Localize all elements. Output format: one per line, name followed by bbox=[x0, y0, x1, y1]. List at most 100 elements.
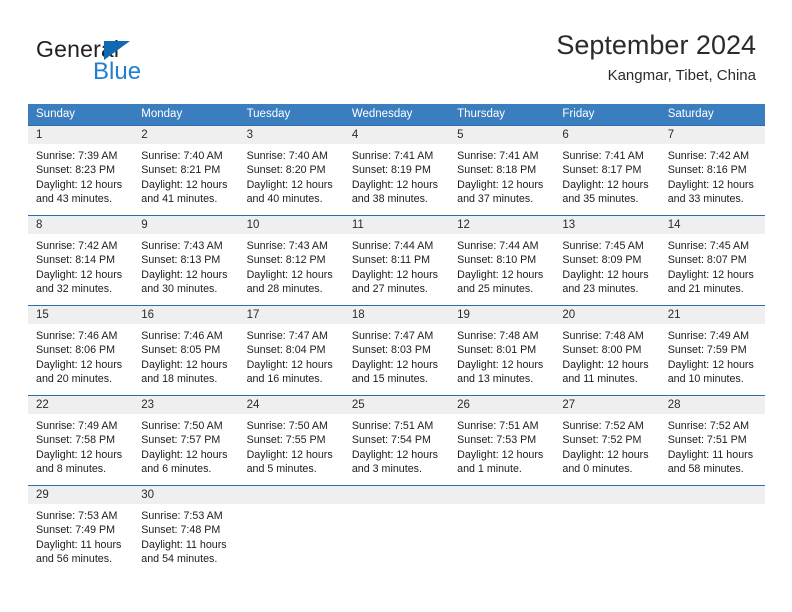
weekday-header-monday: Monday bbox=[141, 108, 183, 120]
day-cell[interactable]: 14 Sunrise: 7:45 AM Sunset: 8:07 PM Dayl… bbox=[659, 216, 765, 305]
page-header: General Blue September 2024 Kangmar, Tib… bbox=[0, 0, 792, 100]
sunset-text: Sunset: 8:11 PM bbox=[351, 254, 431, 267]
day-details: Sunrise: 7:46 AM Sunset: 8:06 PM Dayligh… bbox=[28, 324, 133, 387]
day-cell[interactable]: 24 Sunrise: 7:50 AM Sunset: 7:55 PM Dayl… bbox=[238, 396, 344, 485]
day-cell[interactable]: 12 Sunrise: 7:44 AM Sunset: 8:10 PM Dayl… bbox=[449, 216, 555, 305]
day-cell[interactable]: 18 Sunrise: 7:47 AM Sunset: 8:03 PM Dayl… bbox=[343, 306, 450, 395]
day-details: Sunrise: 7:45 AM Sunset: 8:09 PM Dayligh… bbox=[554, 234, 659, 297]
sunset-text: Sunset: 8:04 PM bbox=[246, 344, 326, 357]
sunset-text: Sunset: 7:54 PM bbox=[351, 434, 431, 447]
day-cell[interactable]: 10 Sunrise: 7:43 AM Sunset: 8:12 PM Dayl… bbox=[238, 216, 344, 305]
sunrise-text: Sunrise: 7:51 AM bbox=[351, 420, 434, 432]
day-number: 3 bbox=[238, 126, 344, 144]
day-cell[interactable]: 7 Sunrise: 7:42 AM Sunset: 8:16 PM Dayli… bbox=[659, 126, 765, 215]
day-details: Sunrise: 7:44 AM Sunset: 8:11 PM Dayligh… bbox=[344, 234, 449, 297]
calendar-week-row: 1 Sunrise: 7:39 AM Sunset: 8:23 PM Dayli… bbox=[28, 125, 765, 215]
day-cell[interactable]: 13 Sunrise: 7:45 AM Sunset: 8:09 PM Dayl… bbox=[554, 216, 660, 305]
day-cell[interactable]: 1 Sunrise: 7:39 AM Sunset: 8:23 PM Dayli… bbox=[28, 126, 134, 215]
daylight-text-line2: and 3 minutes. bbox=[351, 463, 422, 476]
sunrise-text: Sunrise: 7:48 AM bbox=[457, 330, 539, 342]
weekday-header-sunday: Sunday bbox=[36, 108, 76, 120]
day-number: 8 bbox=[28, 216, 134, 234]
day-cell[interactable]: 2 Sunrise: 7:40 AM Sunset: 8:21 PM Dayli… bbox=[133, 126, 239, 215]
day-cell[interactable]: 30 Sunrise: 7:53 AM Sunset: 7:48 PM Dayl… bbox=[133, 486, 239, 575]
general-blue-logo[interactable]: General Blue bbox=[36, 36, 246, 88]
day-cell[interactable]: 29 Sunrise: 7:53 AM Sunset: 7:49 PM Dayl… bbox=[28, 486, 134, 575]
daylight-text-line2: and 38 minutes. bbox=[351, 193, 428, 206]
daylight-text-line2: and 15 minutes. bbox=[351, 373, 428, 386]
day-cell[interactable]: 3 Sunrise: 7:40 AM Sunset: 8:20 PM Dayli… bbox=[238, 126, 344, 215]
sunset-text: Sunset: 8:12 PM bbox=[246, 254, 326, 267]
day-number: 21 bbox=[659, 306, 765, 324]
sunset-text: Sunset: 7:52 PM bbox=[562, 434, 642, 447]
day-number: 25 bbox=[343, 396, 450, 414]
sunrise-text: Sunrise: 7:43 AM bbox=[141, 240, 223, 252]
sunrise-text: Sunrise: 7:41 AM bbox=[457, 150, 539, 162]
day-cell[interactable]: 17 Sunrise: 7:47 AM Sunset: 8:04 PM Dayl… bbox=[238, 306, 344, 395]
calendar-page: General Blue September 2024 Kangmar, Tib… bbox=[0, 0, 792, 612]
day-number: 17 bbox=[238, 306, 344, 324]
day-number: 1 bbox=[28, 126, 134, 144]
day-cell[interactable]: 5 Sunrise: 7:41 AM Sunset: 8:18 PM Dayli… bbox=[449, 126, 555, 215]
day-cell[interactable]: 19 Sunrise: 7:48 AM Sunset: 8:01 PM Dayl… bbox=[449, 306, 555, 395]
day-cell[interactable]: 21 Sunrise: 7:49 AM Sunset: 7:59 PM Dayl… bbox=[659, 306, 765, 395]
day-cell[interactable]: 11 Sunrise: 7:44 AM Sunset: 8:11 PM Dayl… bbox=[343, 216, 450, 305]
day-number: 4 bbox=[343, 126, 450, 144]
daylight-text-line1: Daylight: 12 hours bbox=[246, 448, 333, 461]
sunset-text: Sunset: 8:18 PM bbox=[457, 164, 537, 177]
daylight-text-line2: and 1 minute. bbox=[457, 463, 522, 476]
day-cell[interactable]: 28 Sunrise: 7:52 AM Sunset: 7:51 PM Dayl… bbox=[659, 396, 765, 485]
day-number: 12 bbox=[449, 216, 555, 234]
day-details: Sunrise: 7:40 AM Sunset: 8:21 PM Dayligh… bbox=[133, 144, 238, 207]
sunrise-text: Sunrise: 7:45 AM bbox=[562, 240, 644, 252]
day-cell[interactable]: 23 Sunrise: 7:50 AM Sunset: 7:57 PM Dayl… bbox=[133, 396, 239, 485]
sunset-text: Sunset: 8:14 PM bbox=[36, 254, 116, 267]
day-cell-empty bbox=[659, 486, 765, 575]
sunrise-text: Sunrise: 7:53 AM bbox=[36, 510, 118, 522]
daylight-text-line2: and 20 minutes. bbox=[36, 373, 113, 386]
day-details: Sunrise: 7:50 AM Sunset: 7:55 PM Dayligh… bbox=[239, 414, 344, 477]
day-cell[interactable]: 25 Sunrise: 7:51 AM Sunset: 7:54 PM Dayl… bbox=[343, 396, 450, 485]
day-number: 11 bbox=[343, 216, 450, 234]
day-cell[interactable]: 9 Sunrise: 7:43 AM Sunset: 8:13 PM Dayli… bbox=[133, 216, 239, 305]
day-cell[interactable]: 22 Sunrise: 7:49 AM Sunset: 7:58 PM Dayl… bbox=[28, 396, 134, 485]
day-cell[interactable]: 15 Sunrise: 7:46 AM Sunset: 8:06 PM Dayl… bbox=[28, 306, 134, 395]
daylight-text-line1: Daylight: 12 hours bbox=[246, 268, 333, 281]
day-details: Sunrise: 7:50 AM Sunset: 7:57 PM Dayligh… bbox=[133, 414, 238, 477]
calendar-week-row: 22 Sunrise: 7:49 AM Sunset: 7:58 PM Dayl… bbox=[28, 395, 765, 485]
calendar-week-row: 15 Sunrise: 7:46 AM Sunset: 8:06 PM Dayl… bbox=[28, 305, 765, 395]
day-number: 28 bbox=[659, 396, 765, 414]
day-number: 7 bbox=[659, 126, 765, 144]
sunrise-text: Sunrise: 7:45 AM bbox=[667, 240, 750, 252]
day-cell[interactable]: 6 Sunrise: 7:41 AM Sunset: 8:17 PM Dayli… bbox=[554, 126, 660, 215]
daylight-text-line2: and 23 minutes. bbox=[562, 283, 639, 296]
day-number: 9 bbox=[133, 216, 239, 234]
sunset-text: Sunset: 8:10 PM bbox=[457, 254, 537, 267]
title-block: September 2024 Kangmar, Tibet, China bbox=[556, 28, 756, 87]
day-cell[interactable]: 4 Sunrise: 7:41 AM Sunset: 8:19 PM Dayli… bbox=[343, 126, 450, 215]
day-number: 20 bbox=[554, 306, 660, 324]
day-details: Sunrise: 7:41 AM Sunset: 8:18 PM Dayligh… bbox=[449, 144, 554, 207]
daylight-text-line2: and 43 minutes. bbox=[36, 193, 113, 206]
sunset-text: Sunset: 7:59 PM bbox=[667, 344, 747, 357]
sunrise-text: Sunrise: 7:42 AM bbox=[667, 150, 750, 162]
day-cell[interactable]: 20 Sunrise: 7:48 AM Sunset: 8:00 PM Dayl… bbox=[554, 306, 660, 395]
daylight-text-line2: and 54 minutes. bbox=[141, 553, 218, 566]
sunrise-text: Sunrise: 7:40 AM bbox=[246, 150, 328, 162]
sunset-text: Sunset: 8:07 PM bbox=[667, 254, 747, 267]
sunset-text: Sunset: 8:19 PM bbox=[351, 164, 431, 177]
day-cell[interactable]: 16 Sunrise: 7:46 AM Sunset: 8:05 PM Dayl… bbox=[133, 306, 239, 395]
sunrise-text: Sunrise: 7:49 AM bbox=[36, 420, 118, 432]
day-cell-empty bbox=[449, 486, 555, 575]
day-cell[interactable]: 26 Sunrise: 7:51 AM Sunset: 7:53 PM Dayl… bbox=[449, 396, 555, 485]
sunrise-text: Sunrise: 7:46 AM bbox=[141, 330, 223, 342]
day-details bbox=[554, 504, 659, 509]
day-cell[interactable]: 27 Sunrise: 7:52 AM Sunset: 7:52 PM Dayl… bbox=[554, 396, 660, 485]
sunrise-text: Sunrise: 7:40 AM bbox=[141, 150, 223, 162]
day-cell[interactable]: 8 Sunrise: 7:42 AM Sunset: 8:14 PM Dayli… bbox=[28, 216, 134, 305]
daylight-text-line1: Daylight: 12 hours bbox=[457, 268, 544, 281]
calendar-week-row: 29 Sunrise: 7:53 AM Sunset: 7:49 PM Dayl… bbox=[28, 485, 765, 575]
sunrise-text: Sunrise: 7:44 AM bbox=[351, 240, 434, 252]
daylight-text-line2: and 28 minutes. bbox=[246, 283, 323, 296]
daylight-text-line1: Daylight: 12 hours bbox=[351, 448, 438, 461]
